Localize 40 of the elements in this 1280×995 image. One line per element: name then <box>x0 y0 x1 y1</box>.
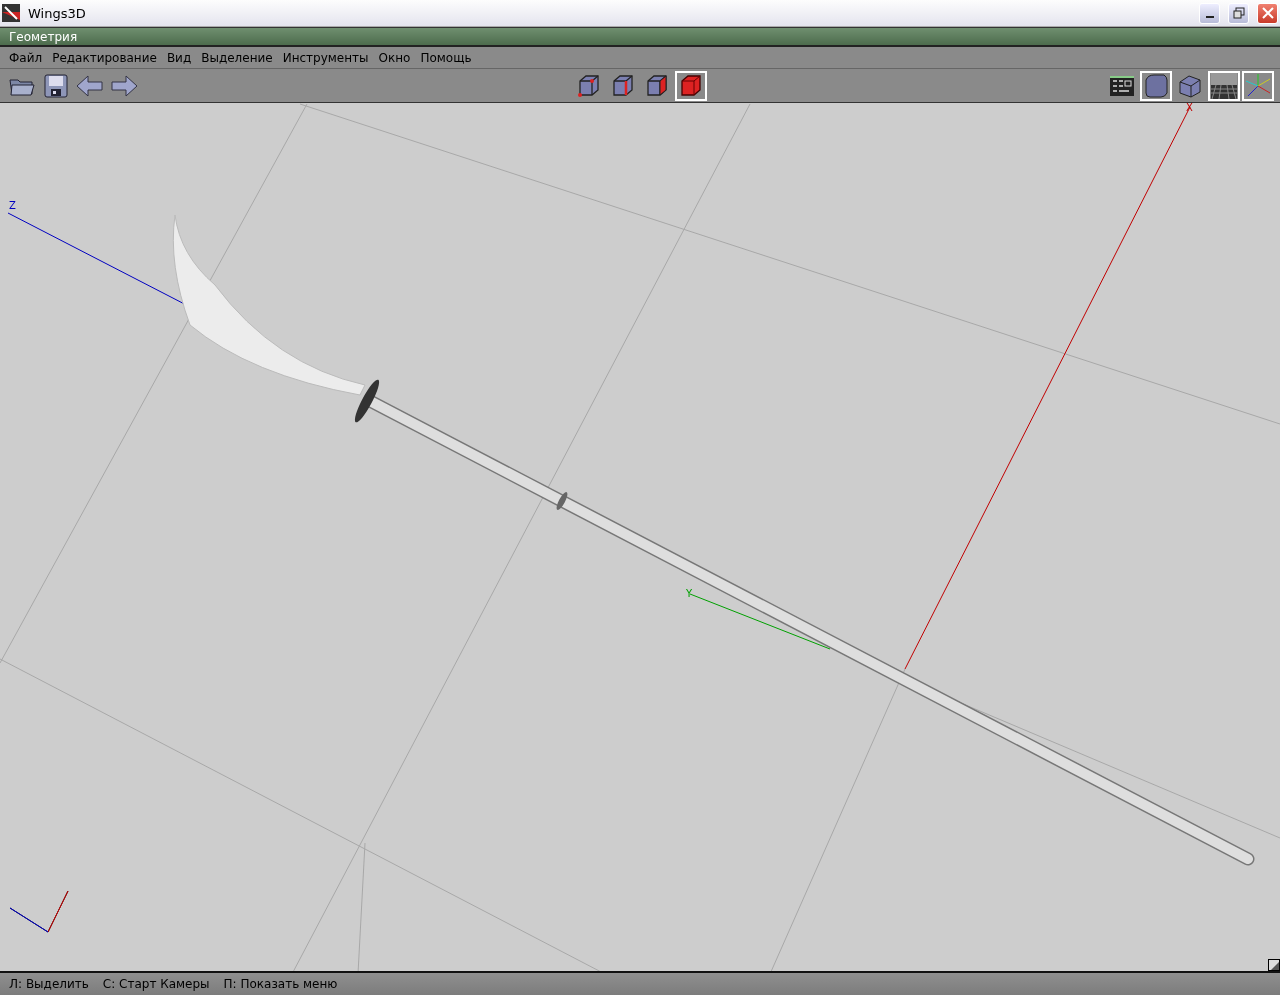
restore-button[interactable] <box>1228 2 1249 24</box>
ground-grid-icon <box>1211 72 1237 99</box>
close-icon <box>1261 7 1274 19</box>
minimize-button[interactable] <box>1199 2 1220 24</box>
selection-mode-button[interactable] <box>675 70 707 101</box>
3d-viewport[interactable]: X Y Z <box>0 103 1280 973</box>
body-mode-icon <box>678 72 704 99</box>
menu-item[interactable]: Вид <box>161 50 197 65</box>
left-arrow-icon <box>76 74 104 97</box>
right-arrow-icon <box>110 74 138 97</box>
resize-grip-icon[interactable] <box>1268 959 1280 971</box>
mini-axes-icon <box>9 890 69 933</box>
geometry-title: Геометрия <box>9 29 78 44</box>
view-toggle-button[interactable] <box>1242 70 1274 101</box>
menu-item[interactable]: Файл <box>4 50 48 65</box>
status-hint: П: Показать меню <box>223 977 338 991</box>
close-button[interactable] <box>1257 2 1278 24</box>
outliner-icon <box>1109 74 1135 97</box>
status-hint: Л: Выделить <box>9 977 89 991</box>
restore-icon <box>1232 7 1245 19</box>
view-toggle-button[interactable] <box>1140 70 1172 101</box>
menu-item[interactable]: Выделение <box>196 50 278 65</box>
vertex-mode-icon <box>576 72 602 99</box>
cube-icon <box>1177 72 1203 99</box>
menu-item[interactable]: Редактирование <box>47 50 162 65</box>
app-logo-icon <box>2 4 20 22</box>
axes-icon <box>1245 72 1271 99</box>
menu-item[interactable]: Инструменты <box>277 50 374 65</box>
axis-label: Z <box>9 200 16 211</box>
smooth-cube-icon <box>1143 72 1169 99</box>
edge-mode-icon <box>610 72 636 99</box>
window-title: Wings3D <box>28 5 87 21</box>
face-mode-icon <box>644 72 670 99</box>
minimize-icon <box>1205 16 1214 18</box>
menu-item[interactable]: Помощь <box>415 50 477 65</box>
axis-label: Y <box>686 588 693 599</box>
view-toggle-button[interactable] <box>1208 70 1240 101</box>
status-hint: С: Старт Камеры <box>102 977 210 991</box>
menu-item[interactable]: Окно <box>373 50 416 65</box>
axis-label: X <box>1186 103 1193 113</box>
